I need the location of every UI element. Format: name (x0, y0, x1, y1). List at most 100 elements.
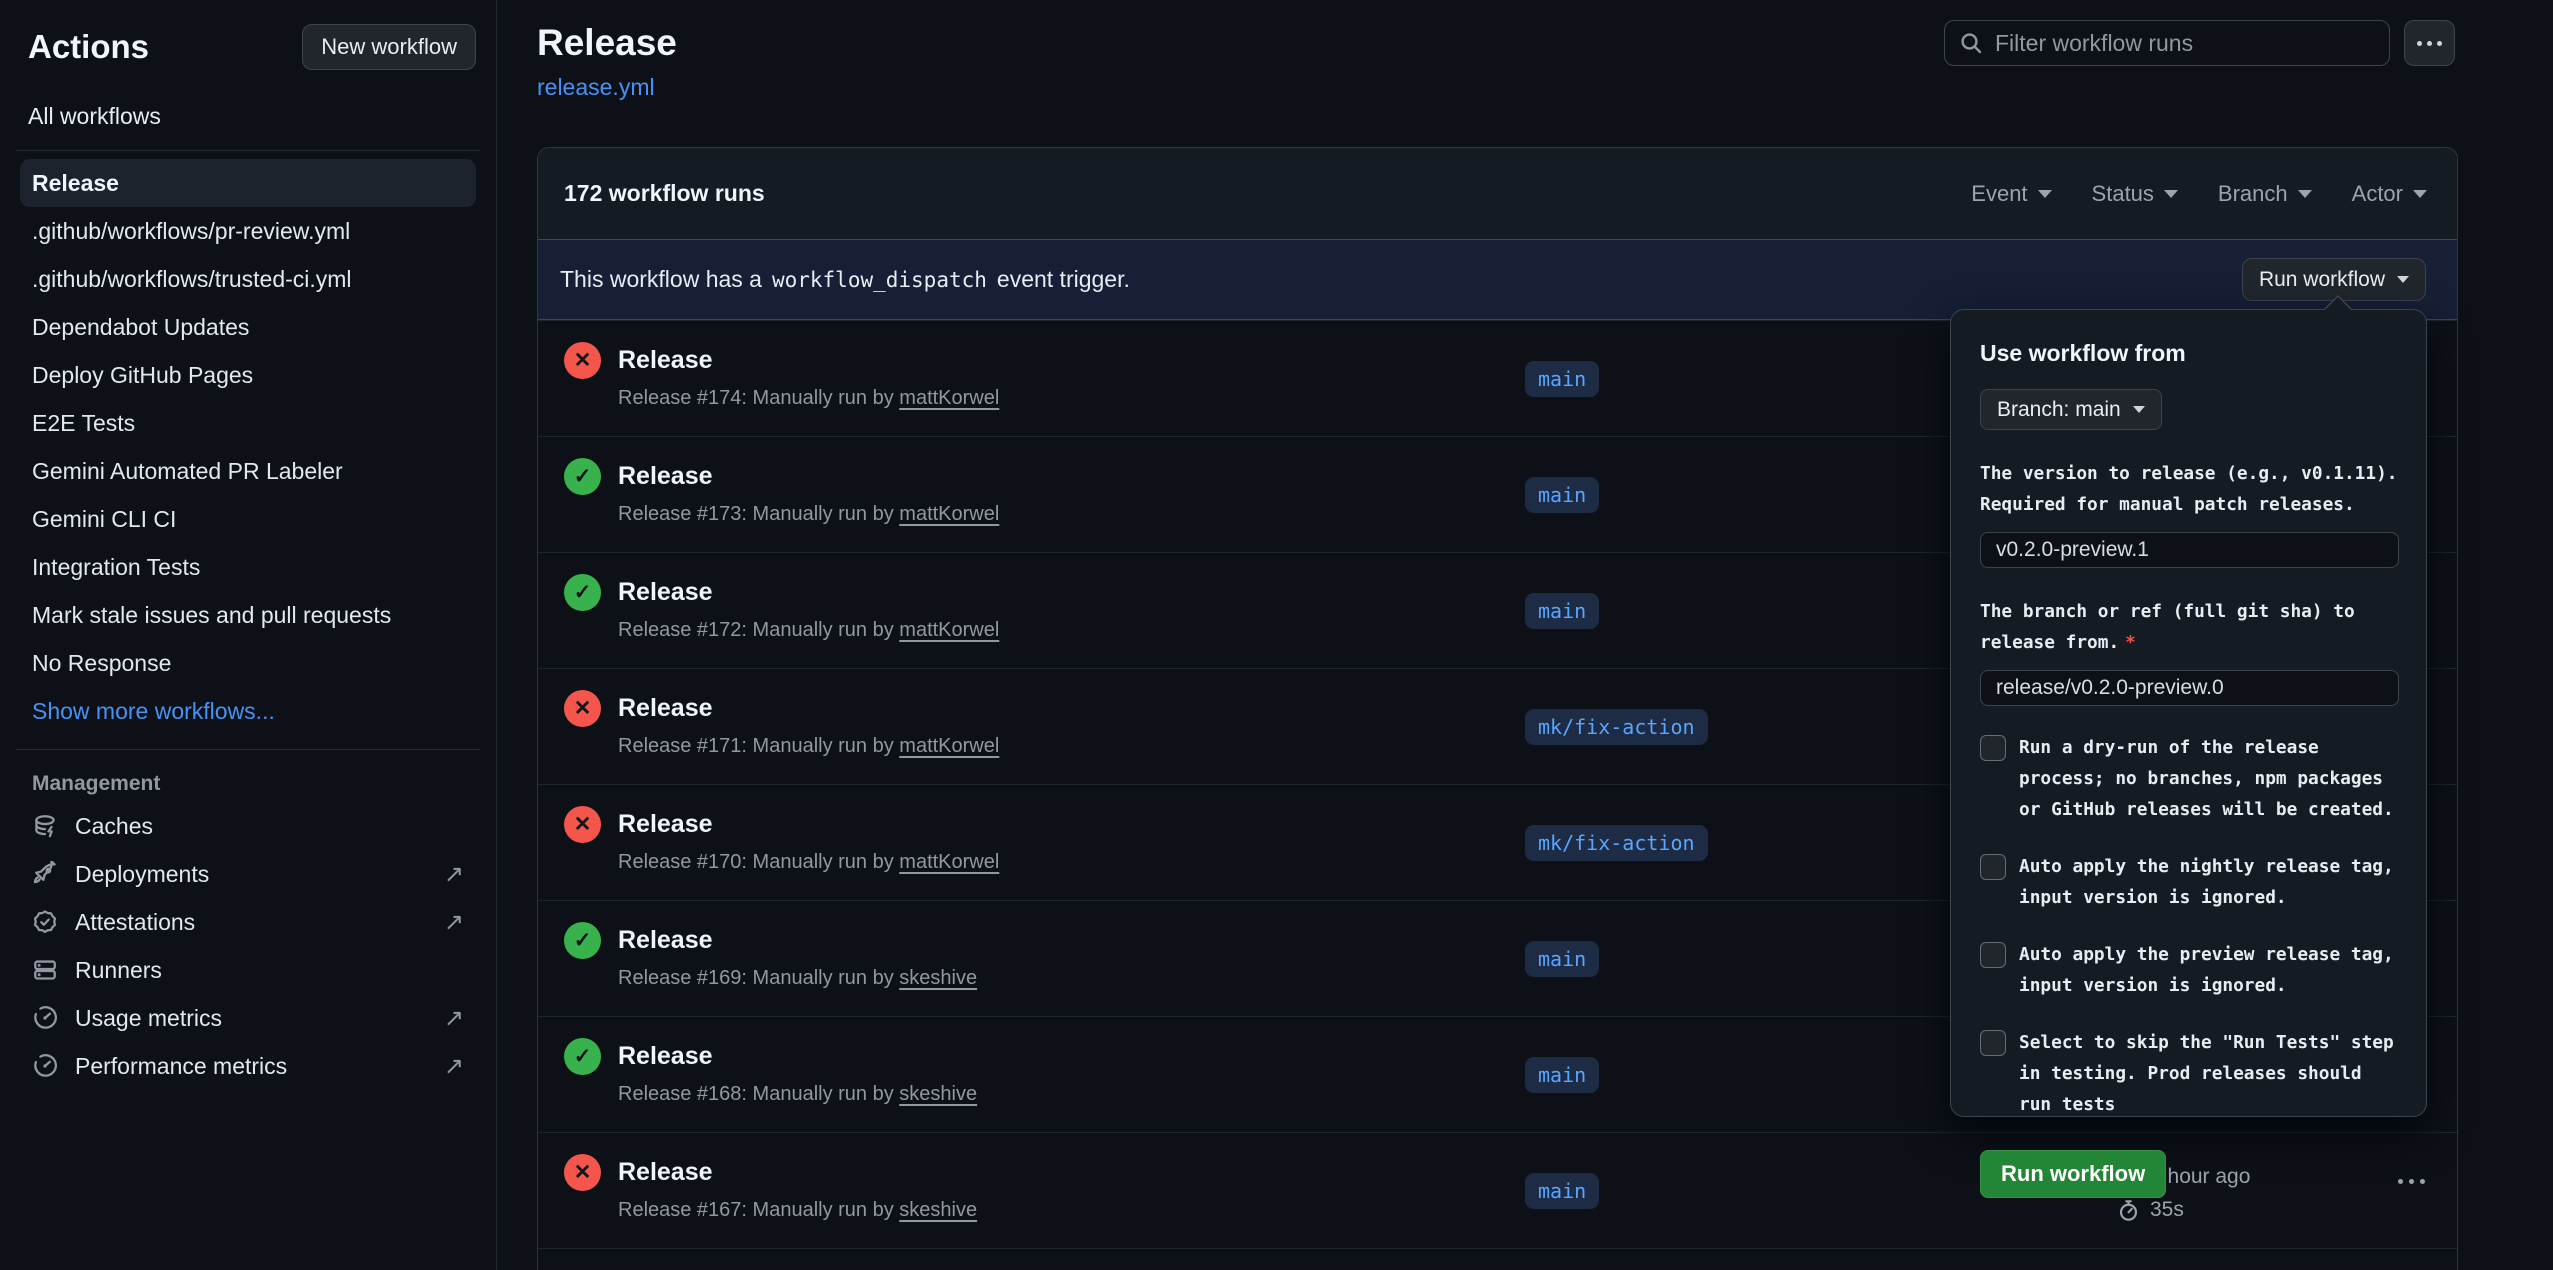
run-title-link[interactable]: Release (618, 805, 999, 843)
run-description: Release #170: Manually run by (618, 851, 899, 873)
workflow-dispatch-banner: This workflow has a workflow_dispatch ev… (538, 239, 2457, 320)
run-title-link[interactable]: Release (618, 689, 999, 727)
filter-event[interactable]: Event (1971, 181, 2051, 207)
ref-input[interactable] (1980, 670, 2399, 706)
sidebar-item-release[interactable]: Release (20, 159, 476, 207)
management-section-label: Management (32, 772, 476, 796)
nightly-tag-option: Auto apply the nightly release tag, inpu… (1980, 851, 2397, 913)
show-more-workflows-link[interactable]: Show more workflows... (20, 687, 476, 735)
chevron-down-icon (2133, 406, 2145, 413)
chevron-down-icon (2298, 190, 2312, 198)
sidebar-item-trusted-ci[interactable]: .github/workflows/trusted-ci.yml (20, 255, 476, 303)
required-asterisk: * (2125, 632, 2136, 653)
meter-icon (32, 1005, 58, 1031)
run-description: Release #167: Manually run by (618, 1199, 899, 1221)
sidebar-item-mark-stale[interactable]: Mark stale issues and pull requests (20, 591, 476, 639)
branch-badge[interactable]: main (1525, 1057, 1599, 1093)
runs-list-header: 172 workflow runs Event Status Branch Ac… (538, 148, 2457, 239)
actor-link[interactable]: mattKorwel (899, 735, 999, 757)
actor-link[interactable]: mattKorwel (899, 619, 999, 641)
sidebar-item-label: Release (32, 170, 119, 197)
branch-badge[interactable]: main (1525, 1173, 1599, 1209)
popover-title: Use workflow from (1980, 340, 2397, 367)
filter-runs-search (1944, 20, 2390, 66)
sidebar-item-deploy-github-pages[interactable]: Deploy GitHub Pages (20, 351, 476, 399)
run-title-link[interactable]: Release (618, 341, 999, 379)
sidebar-item-label: Usage metrics (75, 1005, 222, 1032)
run-title-link[interactable]: Release (618, 573, 999, 611)
branch-selector-button[interactable]: Branch: main (1980, 389, 2162, 430)
ref-field-label: The branch or ref (full git sha) to rele… (1980, 596, 2400, 658)
workflow-file-link[interactable]: release.yml (537, 74, 655, 101)
cache-icon (32, 813, 58, 839)
filter-status[interactable]: Status (2092, 181, 2178, 207)
branch-badge[interactable]: main (1525, 593, 1599, 629)
dry-run-checkbox[interactable] (1980, 735, 2006, 761)
run-workflow-popover: Use workflow from Branch: main The versi… (1950, 309, 2427, 1117)
actor-link[interactable]: skeshive (899, 967, 977, 989)
branch-badge[interactable]: mk/fix-action (1525, 825, 1708, 861)
sidebar-item-performance-metrics[interactable]: Performance metrics ↗ (20, 1042, 476, 1090)
version-input[interactable] (1980, 532, 2399, 568)
actor-link[interactable]: skeshive (899, 1083, 977, 1105)
branch-badge[interactable]: main (1525, 361, 1599, 397)
actor-link[interactable]: mattKorwel (899, 387, 999, 409)
filter-branch[interactable]: Branch (2218, 181, 2312, 207)
branch-badge[interactable]: mk/fix-action (1525, 709, 1708, 745)
skip-tests-checkbox[interactable] (1980, 1030, 2006, 1056)
run-duration: 35s (2150, 1198, 2184, 1222)
external-link-icon: ↗ (444, 860, 464, 889)
workflow-options-kebab-button[interactable] (2404, 20, 2455, 66)
sidebar-item-pr-review[interactable]: .github/workflows/pr-review.yml (20, 207, 476, 255)
sidebar-item-deployments[interactable]: Deployments ↗ (20, 850, 476, 898)
status-failure-icon (564, 806, 601, 843)
run-workflow-submit-button[interactable]: Run workflow (1980, 1150, 2166, 1198)
runs-count: 172 workflow runs (564, 180, 765, 207)
status-success-icon (564, 922, 601, 959)
sidebar-item-caches[interactable]: Caches (20, 802, 476, 850)
filter-actor[interactable]: Actor (2352, 181, 2427, 207)
sidebar-header: Actions New workflow (20, 24, 476, 70)
sidebar-item-all-workflows[interactable]: All workflows (28, 96, 476, 136)
sidebar-item-runners[interactable]: Runners (20, 946, 476, 994)
chevron-down-icon (2164, 190, 2178, 198)
search-input[interactable] (1993, 29, 2375, 58)
run-description: Release #171: Manually run by (618, 735, 899, 757)
sidebar-item-gemini-pr-labeler[interactable]: Gemini Automated PR Labeler (20, 447, 476, 495)
run-row-partial (538, 1248, 2457, 1270)
branch-badge[interactable]: main (1525, 941, 1599, 977)
dry-run-option: Run a dry-run of the release process; no… (1980, 732, 2397, 825)
run-title-link[interactable]: Release (618, 1037, 977, 1075)
checkbox-label: Select to skip the "Run Tests" step in t… (2019, 1027, 2397, 1120)
verified-icon (32, 909, 58, 935)
server-icon (32, 957, 58, 983)
sidebar-item-integration-tests[interactable]: Integration Tests (20, 543, 476, 591)
new-workflow-button[interactable]: New workflow (302, 24, 476, 70)
branch-badge[interactable]: main (1525, 477, 1599, 513)
sidebar-item-usage-metrics[interactable]: Usage metrics ↗ (20, 994, 476, 1042)
status-success-icon (564, 574, 601, 611)
run-description: Release #169: Manually run by (618, 967, 899, 989)
sidebar-item-gemini-cli-ci[interactable]: Gemini CLI CI (20, 495, 476, 543)
run-title-link[interactable]: Release (618, 1153, 977, 1191)
sidebar-item-e2e-tests[interactable]: E2E Tests (20, 399, 476, 447)
run-options-kebab-button[interactable] (2398, 1179, 2425, 1184)
run-title-link[interactable]: Release (618, 921, 977, 959)
sidebar-item-no-response[interactable]: No Response (20, 639, 476, 687)
version-field-label: The version to release (e.g., v0.1.11). … (1980, 458, 2400, 520)
actor-link[interactable]: mattKorwel (899, 503, 999, 525)
chevron-down-icon (2413, 190, 2427, 198)
actor-link[interactable]: mattKorwel (899, 851, 999, 873)
kebab-icon (2417, 41, 2422, 46)
actions-sidebar: Actions New workflow All workflows Relea… (0, 0, 497, 1270)
sidebar-item-attestations[interactable]: Attestations ↗ (20, 898, 476, 946)
run-title-link[interactable]: Release (618, 457, 999, 495)
nightly-tag-checkbox[interactable] (1980, 854, 2006, 880)
actor-link[interactable]: skeshive (899, 1199, 977, 1221)
workflow-nav: Release .github/workflows/pr-review.yml … (20, 159, 476, 735)
run-description: Release #172: Manually run by (618, 619, 899, 641)
sidebar-item-dependabot-updates[interactable]: Dependabot Updates (20, 303, 476, 351)
sidebar-item-label: Deployments (75, 861, 209, 888)
preview-tag-checkbox[interactable] (1980, 942, 2006, 968)
page-title: Release (537, 22, 677, 64)
